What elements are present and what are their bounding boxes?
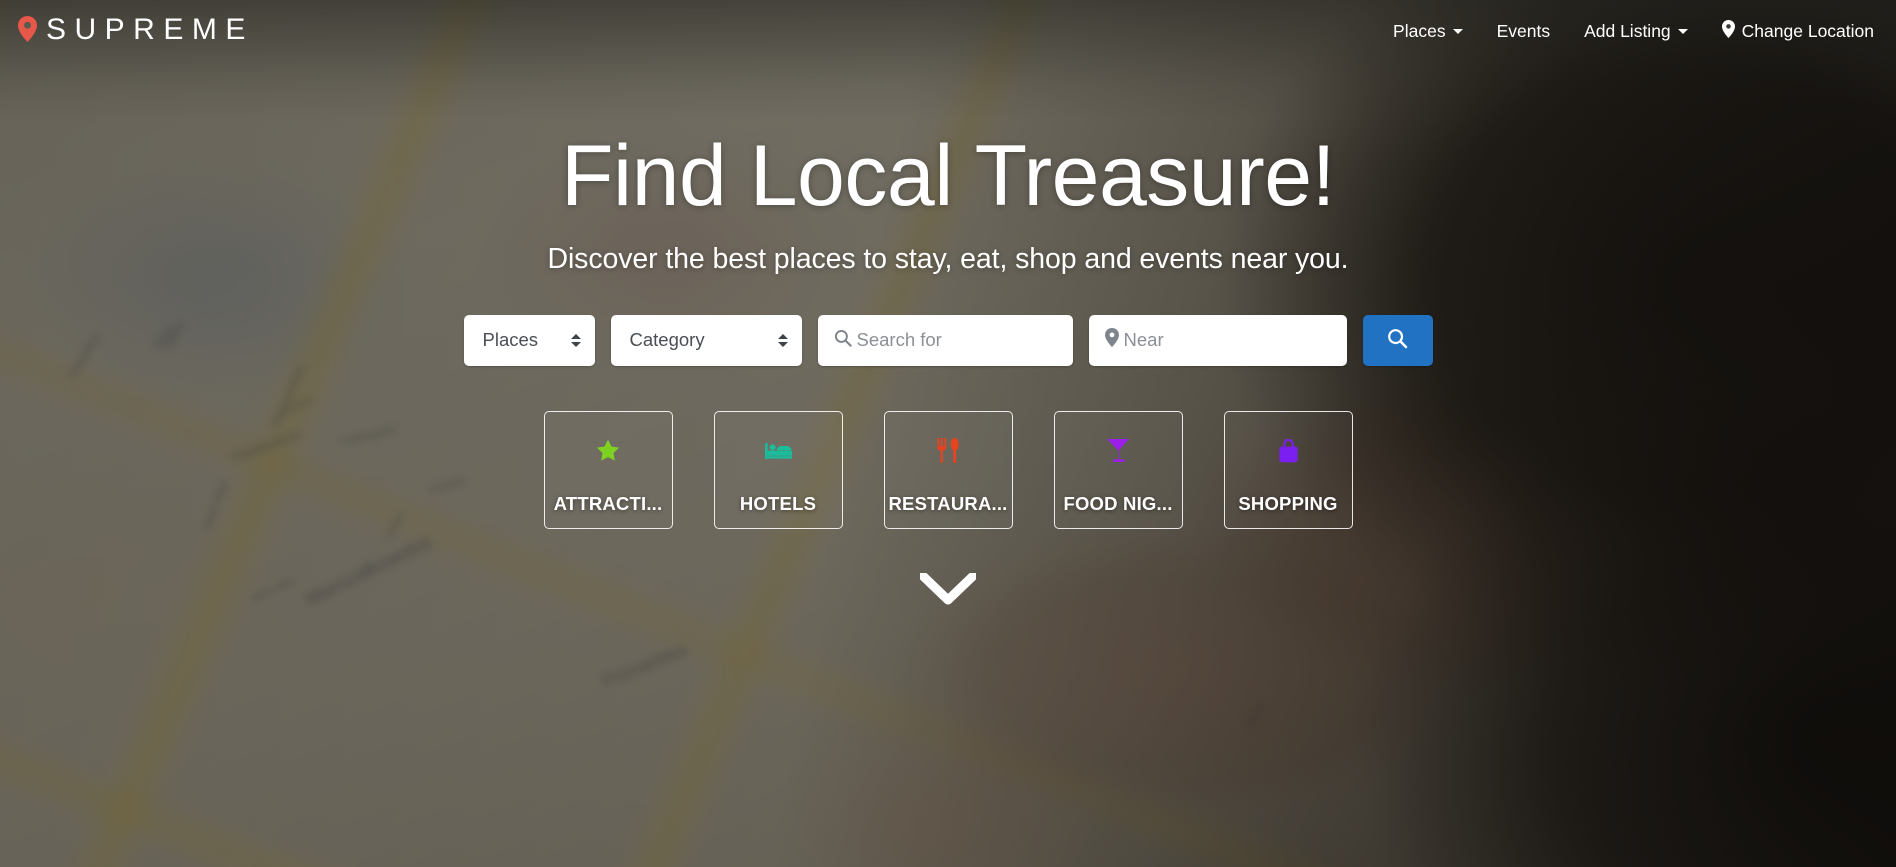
cocktail-icon [1106,436,1130,466]
location-input[interactable]: Near [1124,330,1164,350]
map-pin-icon [1104,328,1119,352]
location-input-wrapper[interactable]: Near [1088,314,1347,366]
category-tile-hotels-label: HOTELS [739,492,817,514]
search-input-wrapper[interactable]: Search for [817,314,1073,366]
category-tile-food-night[interactable]: FOOD NIG... [1053,410,1183,529]
category-tile-shopping[interactable]: SHOPPING [1223,410,1353,529]
shopping-bag-icon [1278,436,1299,466]
category-select[interactable]: Category [610,314,802,366]
category-tile-attractions-label: ATTRACTI... [553,492,663,514]
star-icon [596,436,620,466]
category-select-value: Category [629,328,705,350]
category-tile-hotels[interactable]: HOTELS [713,410,843,529]
cutlery-icon [937,436,959,466]
category-tile-restaurants-label: RESTAURA... [888,492,1008,514]
category-tile-attractions[interactable]: ATTRACTI... [543,410,673,529]
updown-chevron-icon [570,333,581,347]
listing-type-select-value: Places [482,328,539,350]
search-submit-button[interactable] [1362,314,1433,366]
category-tile-food-night-label: FOOD NIG... [1063,492,1173,514]
chevron-down-icon [918,571,978,611]
updown-chevron-icon [777,333,788,347]
hero-content: SUPREME Places Events Add Listing Change… [0,0,1896,867]
hero-section: MarszałkowskaPoznańskaPankiewiczaChmieln… [0,0,1896,867]
hero-inner: Find Local Treasure! Discover the best p… [0,0,1896,611]
bed-icon [764,436,792,466]
search-icon [1387,328,1408,352]
search-bar: Places Category Search for Near [463,314,1433,366]
page-title: Find Local Treasure! [561,128,1335,224]
category-tile-shopping-label: SHOPPING [1238,492,1338,514]
category-tile-restaurants[interactable]: RESTAURA... [883,410,1013,529]
search-input[interactable]: Search for [857,330,942,350]
category-tiles: ATTRACTI... HOTELS RESTAURA... FOOD NIG.… [543,410,1353,529]
scroll-down-button[interactable] [918,571,978,611]
page-subtitle: Discover the best places to stay, eat, s… [547,242,1349,275]
search-icon [834,329,852,352]
listing-type-select[interactable]: Places [463,314,595,366]
